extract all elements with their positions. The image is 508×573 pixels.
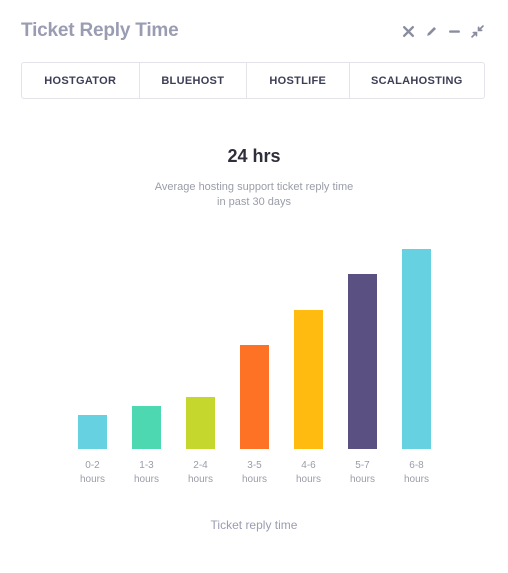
tick-label-2-0: 2-4 <box>193 460 208 471</box>
bar-2 <box>186 397 215 449</box>
tick-label-4-1: hours <box>296 474 321 485</box>
tick-label-1-0: 1-3 <box>139 460 154 471</box>
bar-chart: 0-2 hours 1-3 hours 2-4 hours 3-5 hours 4-6 hours… <box>78 249 431 485</box>
bar-6 <box>402 249 431 449</box>
tick-label-1-1: hours <box>134 474 159 485</box>
tick-label-0-1: hours <box>80 474 105 485</box>
ticket-reply-time-widget: Ticket Reply Time HOSTGATOR BLUEHOST HOS… <box>0 0 508 573</box>
bar-3 <box>240 345 269 449</box>
tick-label-5-1: hours <box>350 474 375 485</box>
tick-label-6-0: 6-8 <box>409 460 424 471</box>
tick-label-2-1: hours <box>188 474 213 485</box>
bar-1 <box>132 406 161 449</box>
tick-label-3-0: 3-5 <box>247 460 262 471</box>
bar-4 <box>294 310 323 449</box>
tick-label-0-0: 0-2 <box>85 460 100 471</box>
tick-label-4-0: 4-6 <box>301 460 316 471</box>
tick-label-5-0: 5-7 <box>355 460 370 471</box>
tick-label-3-1: hours <box>242 474 267 485</box>
bar-5 <box>348 274 377 449</box>
x-axis-label: Ticket reply time <box>210 518 298 532</box>
tick-label-6-1: hours <box>404 474 429 485</box>
bar-0 <box>78 415 107 449</box>
